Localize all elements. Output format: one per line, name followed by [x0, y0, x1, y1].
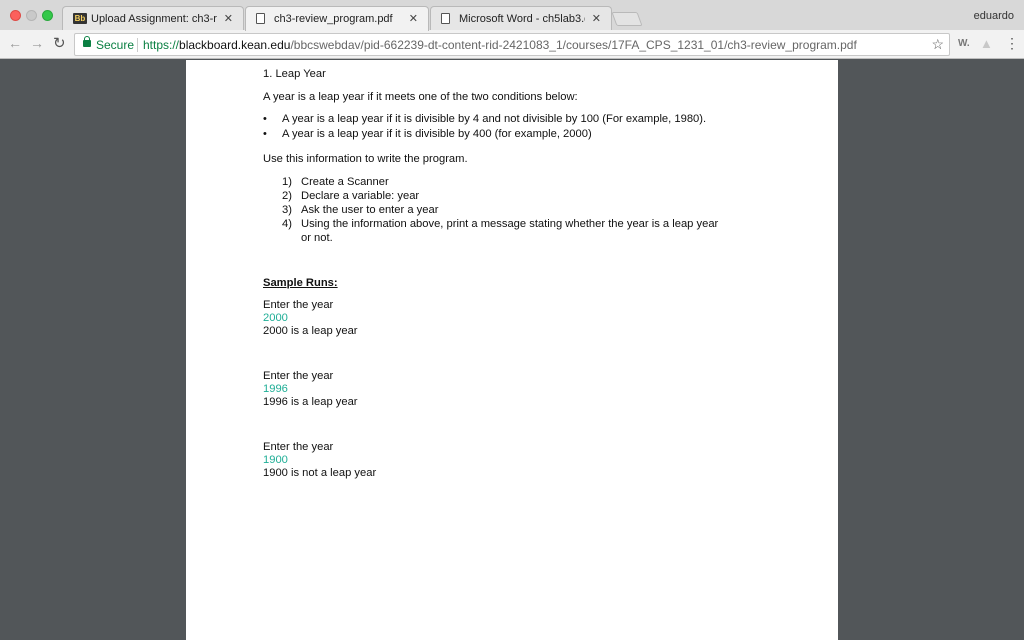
- url-host: blackboard.kean.edu: [179, 38, 291, 52]
- blackboard-icon: Bb: [73, 13, 87, 24]
- back-arrow-icon[interactable]: ←: [8, 35, 22, 51]
- bullet-item: A year is a leap year if it is divisible…: [282, 113, 707, 125]
- address-bar[interactable]: Secure https://blackboard.kean.edu/bbcsw…: [74, 33, 950, 56]
- extension-w-icon[interactable]: W.: [958, 38, 970, 49]
- close-icon[interactable]: ✕: [409, 12, 418, 25]
- new-tab-button[interactable]: [611, 12, 643, 26]
- tab-strip: Bb Upload Assignment: ch3-revie ✕ ch3-re…: [0, 0, 1024, 31]
- step-item: Declare a variable: year: [301, 190, 420, 202]
- step-number: 3): [282, 204, 292, 216]
- tab-label: Upload Assignment: ch3-revie: [91, 13, 217, 25]
- run-prompt: Enter the year: [263, 370, 334, 382]
- secure-label: Secure: [96, 38, 135, 52]
- divider: [137, 38, 138, 52]
- step-item-continuation: or not.: [301, 232, 333, 244]
- run-output: 1900 is not a leap year: [263, 467, 377, 479]
- section-heading: 1. Leap Year: [263, 68, 326, 80]
- tab-upload-assignment[interactable]: Bb Upload Assignment: ch3-revie ✕: [62, 6, 244, 30]
- lock-icon: [83, 36, 91, 47]
- intro-text: A year is a leap year if it meets one of…: [263, 91, 578, 103]
- run-output: 2000 is a leap year: [263, 325, 358, 337]
- close-icon[interactable]: ✕: [224, 12, 233, 25]
- step-item: Ask the user to enter a year: [301, 204, 439, 216]
- url-path: /bbcswebdav/pid-662239-dt-content-rid-24…: [290, 38, 857, 52]
- window-zoom-button[interactable]: [42, 10, 53, 21]
- run-input: 1900: [263, 454, 288, 466]
- extension-drive-icon[interactable]: ▲: [980, 36, 993, 51]
- pdf-viewer[interactable]: 1. Leap Year A year is a leap year if it…: [0, 60, 1024, 640]
- bullet-dot: •: [263, 113, 267, 125]
- bullet-item: A year is a leap year if it is divisible…: [282, 128, 592, 140]
- sample-runs-heading: Sample Runs:: [263, 277, 338, 289]
- menu-kebab-icon[interactable]: ⋮: [1005, 36, 1019, 50]
- document-icon: [441, 13, 450, 24]
- bookmark-star-icon[interactable]: ☆: [931, 36, 944, 53]
- run-prompt: Enter the year: [263, 441, 334, 453]
- run-input: 2000: [263, 312, 288, 324]
- profile-name[interactable]: eduardo: [974, 10, 1014, 22]
- bullet-dot: •: [263, 128, 267, 140]
- run-output: 1996 is a leap year: [263, 396, 358, 408]
- step-item: Create a Scanner: [301, 176, 389, 188]
- document-icon: [256, 13, 265, 24]
- tab-microsoft-word[interactable]: Microsoft Word - ch5lab3.doc ✕: [430, 6, 612, 30]
- step-item: Using the information above, print a mes…: [301, 218, 719, 230]
- tab-label: ch3-review_program.pdf: [274, 13, 393, 25]
- tab-label: Microsoft Word - ch5lab3.doc: [459, 13, 585, 25]
- window-close-button[interactable]: [10, 10, 21, 21]
- close-icon[interactable]: ✕: [592, 12, 601, 25]
- forward-arrow-icon[interactable]: →: [30, 35, 44, 51]
- step-number: 4): [282, 218, 292, 230]
- run-prompt: Enter the year: [263, 299, 334, 311]
- window-minimize-button[interactable]: [26, 10, 37, 21]
- reload-icon[interactable]: ↻: [53, 34, 66, 52]
- tab-ch3-review-pdf[interactable]: ch3-review_program.pdf ✕: [245, 6, 429, 31]
- step-number: 2): [282, 190, 292, 202]
- url-text[interactable]: https://blackboard.kean.edu/bbcswebdav/p…: [143, 38, 857, 52]
- url-scheme: https://: [143, 38, 180, 52]
- browser-toolbar: ← → ↻ Secure https://blackboard.kean.edu…: [0, 30, 1024, 59]
- run-input: 1996: [263, 383, 288, 395]
- step-number: 1): [282, 176, 292, 188]
- pdf-page: 1. Leap Year A year is a leap year if it…: [186, 60, 838, 640]
- instruction-text: Use this information to write the progra…: [263, 153, 468, 165]
